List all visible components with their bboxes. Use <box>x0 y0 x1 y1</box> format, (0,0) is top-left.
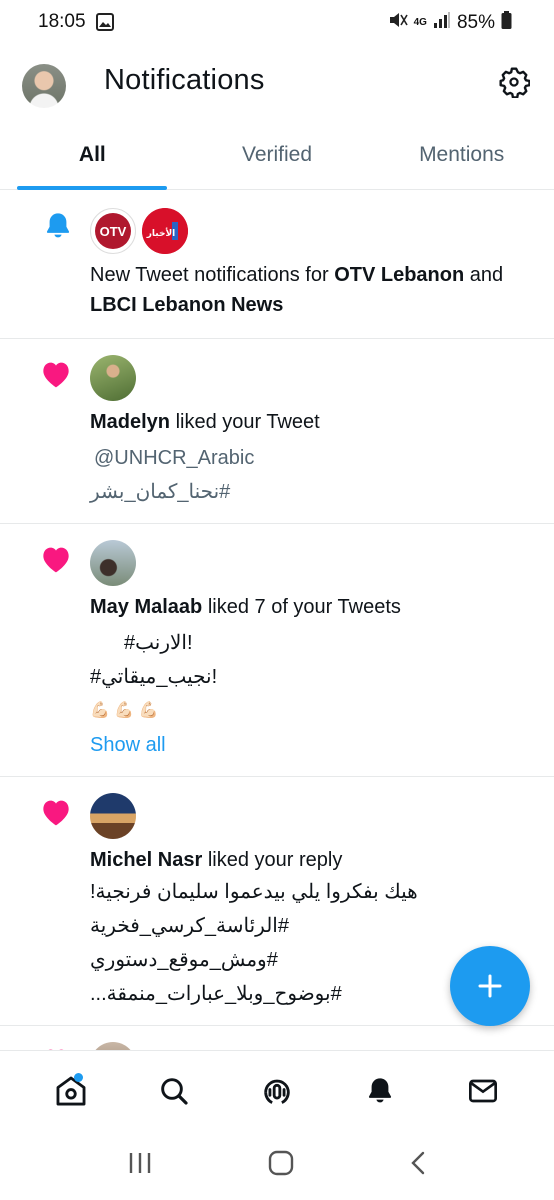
svg-text:OTV: OTV <box>100 224 127 239</box>
mute-icon <box>388 11 408 35</box>
notification-text: New Tweet notifications for OTV Lebanon … <box>90 260 534 320</box>
lbci-logo-icon: الأخبار <box>142 208 188 254</box>
tab-all-label: All <box>78 142 106 166</box>
notification-action: liked 7 of your Tweets <box>202 596 401 618</box>
otv-logo-icon: OTV <box>95 213 131 249</box>
heart-icon <box>40 797 72 832</box>
status-icons: 4G 85% <box>388 11 512 35</box>
heart-icon <box>40 544 72 579</box>
notifications-icon[interactable] <box>352 1063 408 1119</box>
tweet-snippet: هيك بفكروا يلي بيدعموا سليمان فرنجية! <box>90 881 418 903</box>
heart-icon <box>40 359 72 394</box>
page-title: Notifications <box>104 64 265 96</box>
tweet-snippet: 💪🏻 💪🏻 💪🏻 <box>90 702 159 719</box>
status-bar: 18:05 4G 85% <box>0 0 554 44</box>
notification-text: Michel Nasr liked your reply <box>90 845 534 875</box>
notifications-feed[interactable]: OTV الأخبار New Tweet notifications for … <box>0 190 554 1050</box>
notification-item[interactable]: Madelyn liked your Tweet @UNHCR_Arabic #… <box>0 339 554 524</box>
avatar[interactable] <box>90 793 136 839</box>
avatar[interactable] <box>22 64 66 108</box>
network-label: 4G <box>413 17 427 28</box>
user-name[interactable]: LBCI Lebanon News <box>90 294 283 316</box>
back-icon[interactable] <box>409 1150 427 1181</box>
unread-dot <box>74 1072 84 1082</box>
bell-icon <box>42 210 74 247</box>
tab-all[interactable]: All <box>0 120 185 189</box>
notification-item[interactable] <box>0 1026 554 1050</box>
gallery-icon <box>96 13 114 36</box>
battery-label: 85% <box>456 12 495 33</box>
compose-button[interactable] <box>450 946 530 1026</box>
avatar[interactable] <box>90 355 136 401</box>
notification-text: Madelyn liked your Tweet <box>90 407 534 437</box>
header: Notifications <box>0 44 554 120</box>
show-all-link[interactable]: Show all <box>90 728 534 762</box>
avatar[interactable] <box>90 1042 136 1050</box>
plus-icon <box>478 974 502 998</box>
user-name[interactable]: Madelyn <box>90 411 170 433</box>
user-name[interactable]: Michel Nasr <box>90 849 202 871</box>
tweet-snippet: #الرئاسة_كرسي_فخرية <box>90 915 289 937</box>
avatar[interactable] <box>90 540 136 586</box>
tab-verified[interactable]: Verified <box>185 120 370 189</box>
avatar[interactable]: الأخبار <box>142 208 188 254</box>
avatar[interactable]: OTV <box>90 208 136 254</box>
notification-item[interactable]: May Malaab liked 7 of your Tweets #الارن… <box>0 524 554 777</box>
tab-verified-label: Verified <box>241 142 313 166</box>
tab-bar: All Verified Mentions <box>0 120 554 190</box>
status-time: 18:05 <box>38 11 86 32</box>
system-nav <box>0 1130 554 1200</box>
home-button-icon[interactable] <box>268 1150 294 1181</box>
notification-item[interactable]: OTV الأخبار New Tweet notifications for … <box>0 190 554 339</box>
gear-icon[interactable] <box>494 62 534 102</box>
notification-text: May Malaab liked 7 of your Tweets <box>90 592 534 622</box>
recent-apps-icon[interactable] <box>127 1151 153 1180</box>
notification-joiner: and <box>464 264 504 286</box>
signal-icon <box>433 12 451 34</box>
tweet-snippet: @UNHCR_Arabic <box>94 447 255 469</box>
tab-mentions-label: Mentions <box>419 142 505 166</box>
home-icon[interactable] <box>43 1063 99 1119</box>
notification-action: liked your reply <box>202 849 343 871</box>
messages-icon[interactable] <box>455 1063 511 1119</box>
user-name[interactable]: OTV Lebanon <box>334 264 464 286</box>
spaces-icon[interactable] <box>249 1063 305 1119</box>
avatar-row: OTV الأخبار <box>90 208 534 254</box>
tweet-snippet: #الارنب! <box>124 632 193 654</box>
search-icon[interactable] <box>146 1063 202 1119</box>
tab-mentions[interactable]: Mentions <box>369 120 554 189</box>
svg-text:الأخبار: الأخبار <box>146 227 176 239</box>
avatar-row <box>90 540 534 586</box>
tweet-snippet: #نجيب_ميقاتي! <box>90 666 218 688</box>
avatar-row <box>90 1042 534 1050</box>
avatar-row <box>90 793 534 839</box>
battery-icon <box>501 11 512 35</box>
notification-action: liked your Tweet <box>170 411 320 433</box>
avatar-row <box>90 355 534 401</box>
user-name[interactable]: May Malaab <box>90 596 202 618</box>
bottom-nav <box>0 1050 554 1130</box>
notification-prefix: New Tweet notifications for <box>90 264 335 286</box>
tweet-snippet: #نحنا_كمان_بشر <box>90 481 231 503</box>
